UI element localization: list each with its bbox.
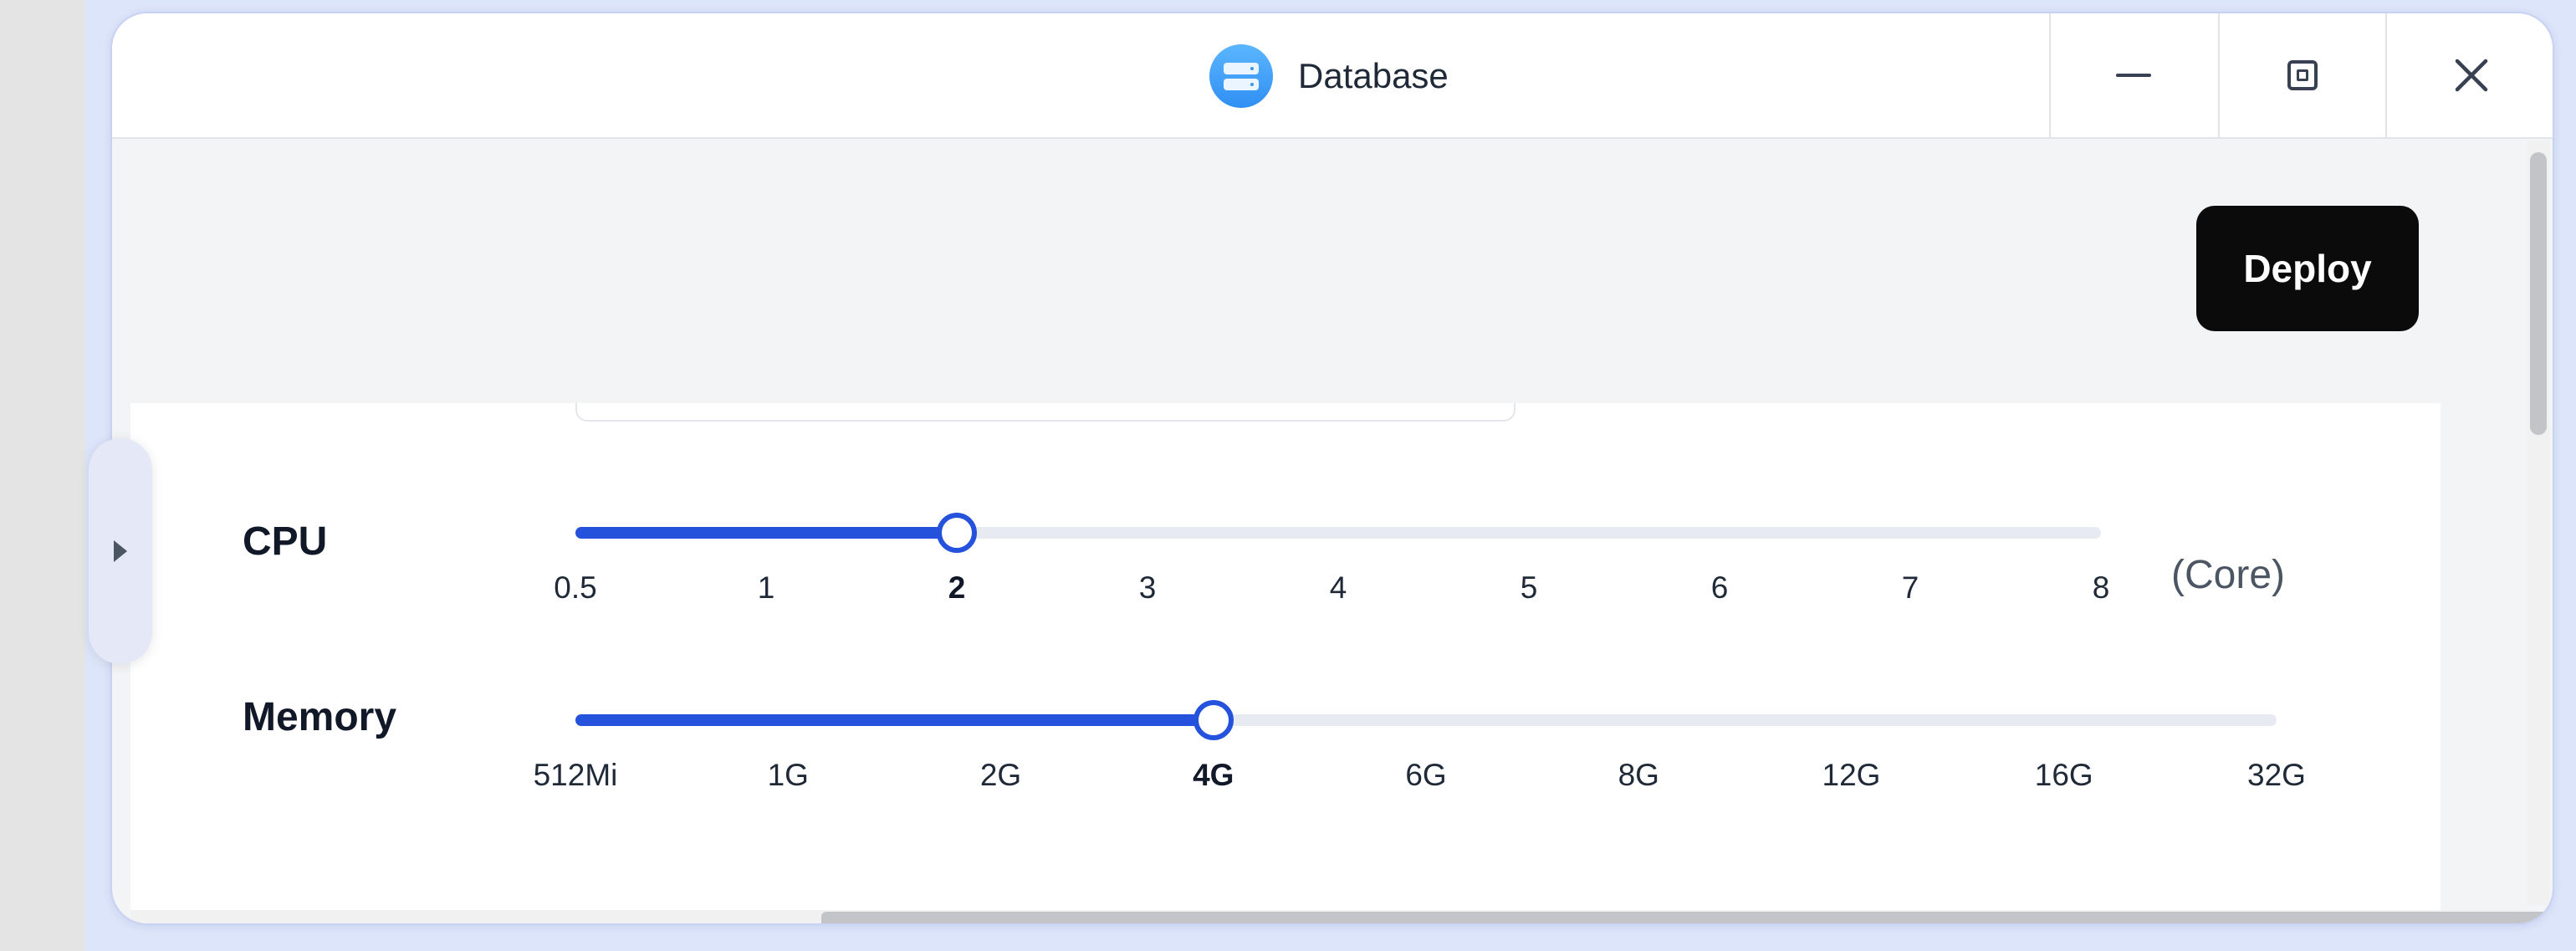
cpu-tick[interactable]: 5 (1521, 570, 1538, 606)
window-title: Database (1298, 56, 1449, 95)
cpu-tick[interactable]: 1 (758, 570, 775, 606)
desktop-edge (0, 0, 85, 951)
resource-panel: CPU 0.5 1 2 3 4 5 6 7 8 (Core) Memory 51… (130, 403, 2441, 923)
cpu-label: CPU (243, 519, 328, 564)
cpu-tick[interactable]: 4 (1330, 570, 1347, 606)
cpu-tick[interactable]: 0.5 (554, 570, 596, 606)
memory-tick[interactable]: 8G (1618, 758, 1659, 793)
memory-tick[interactable]: 4G (1193, 758, 1234, 793)
memory-tick[interactable]: 1G (768, 758, 809, 793)
minimize-icon (2116, 74, 2151, 77)
close-icon (2455, 59, 2488, 92)
memory-slider-thumb[interactable] (1193, 700, 1234, 740)
minimize-button[interactable] (2049, 13, 2216, 137)
cpu-unit-label: (Core) (2171, 553, 2286, 597)
cpu-tick[interactable]: 2 (948, 570, 966, 606)
cpu-slider-fill (575, 527, 957, 539)
database-window: Database Deploy CPU 0.5 1 2 3 4 5 6 7 8 … (110, 12, 2554, 925)
deploy-button[interactable]: Deploy (2196, 206, 2419, 331)
window-title-group: Database (1209, 43, 1449, 109)
chevron-right-icon (114, 540, 127, 562)
panel-card-edge (575, 403, 1515, 422)
memory-tick[interactable]: 2G (980, 758, 1021, 793)
title-bar: Database (112, 13, 2553, 139)
cpu-tick[interactable]: 7 (1902, 570, 1919, 606)
memory-tick[interactable]: 16G (2035, 758, 2093, 793)
vertical-scrollbar-thumb[interactable] (2530, 152, 2547, 435)
memory-label: Memory (243, 695, 397, 739)
memory-tick[interactable]: 6G (1405, 758, 1446, 793)
horizontal-scrollbar-thumb[interactable] (821, 912, 2553, 923)
horizontal-scrollbar[interactable] (130, 910, 2553, 923)
memory-tick[interactable]: 512Mi (534, 758, 618, 793)
memory-tick[interactable]: 12G (1822, 758, 1881, 793)
cpu-slider-thumb[interactable] (937, 513, 977, 553)
memory-tick[interactable]: 32G (2247, 758, 2306, 793)
vertical-scrollbar[interactable] (2527, 141, 2549, 905)
side-panel-toggle[interactable] (89, 438, 152, 664)
database-icon (1209, 44, 1273, 108)
memory-slider-fill (575, 714, 1214, 726)
maximize-button[interactable] (2218, 13, 2385, 137)
cpu-slider[interactable] (575, 513, 2101, 553)
cpu-tick[interactable]: 3 (1139, 570, 1157, 606)
cpu-tick[interactable]: 8 (2093, 570, 2110, 606)
cpu-tick[interactable]: 6 (1711, 570, 1729, 606)
memory-slider[interactable] (575, 700, 2277, 740)
close-button[interactable] (2385, 13, 2553, 137)
maximize-icon (2287, 60, 2318, 90)
